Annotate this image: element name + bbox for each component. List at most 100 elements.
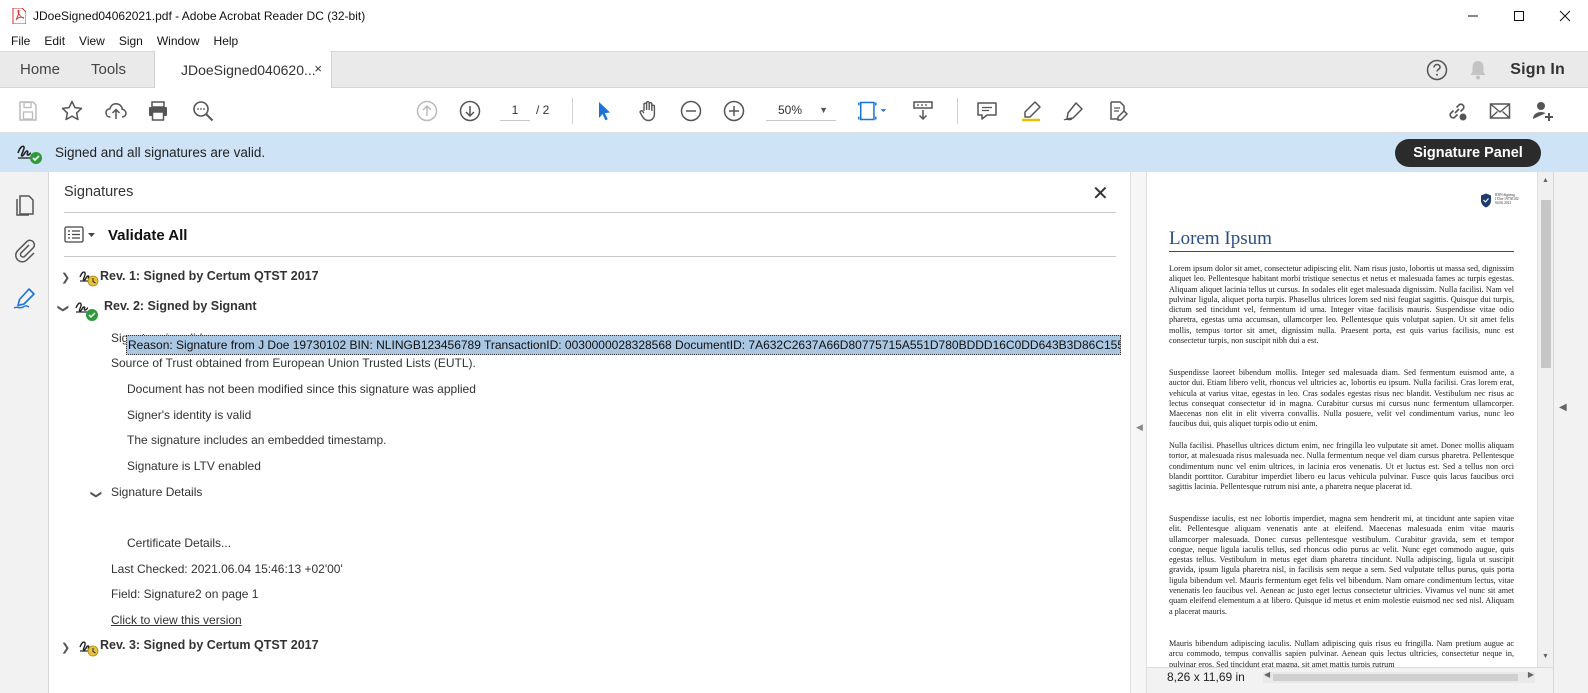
toolbar-divider xyxy=(572,98,573,124)
zoom-level-select[interactable]: 50% ▼ xyxy=(766,99,836,121)
scrollbar-thumb[interactable] xyxy=(1273,674,1518,681)
collapse-chevron-down-icon[interactable]: ❯ xyxy=(90,490,103,499)
add-user-button[interactable] xyxy=(1530,98,1556,124)
view-version-link[interactable]: Click to view this version xyxy=(111,613,242,627)
page-total: / 2 xyxy=(536,103,550,117)
stamp-text: IDIN digiring J Doe 19730102 04.06.2021 xyxy=(1495,193,1519,206)
bookmark-star-button[interactable] xyxy=(59,98,85,124)
scroll-right-arrow-icon[interactable]: ▶ xyxy=(1528,670,1534,679)
chevron-down-icon: ▼ xyxy=(819,105,828,115)
next-page-button[interactable] xyxy=(457,98,483,124)
fill-and-sign-button[interactable] xyxy=(1061,98,1087,124)
options-menu-icon[interactable] xyxy=(64,226,96,244)
expand-right-pane-arrow-icon[interactable]: ◀ xyxy=(1559,402,1567,413)
signatures-pen-icon[interactable] xyxy=(12,285,38,311)
close-window-button[interactable] xyxy=(1542,0,1588,31)
sign-in-button[interactable]: Sign In xyxy=(1510,61,1565,79)
window-title: JDoeSigned04062021.pdf - Adobe Acrobat R… xyxy=(33,8,366,23)
right-pane-toggle-strip[interactable]: ◀ xyxy=(1553,172,1588,693)
minimize-button[interactable] xyxy=(1450,0,1496,31)
plus-circle-icon xyxy=(723,100,745,122)
share-link-button[interactable] xyxy=(1444,98,1470,124)
fit-page-icon xyxy=(858,101,887,121)
print-button[interactable] xyxy=(145,98,171,124)
document-paragraph: Suspendisse iaculis, est nec lobortis im… xyxy=(1169,514,1514,616)
expand-chevron-right-icon[interactable]: ❯ xyxy=(61,271,70,284)
acrobat-pdf-icon xyxy=(12,7,26,24)
menu-bar: File Edit View Sign Window Help xyxy=(0,31,1588,51)
star-icon xyxy=(61,100,83,121)
zoom-out-button[interactable] xyxy=(678,98,704,124)
signature-panel-button[interactable]: Signature Panel xyxy=(1395,139,1541,167)
notifications-bell-icon[interactable] xyxy=(1468,59,1488,81)
scroll-mode-button[interactable] xyxy=(910,98,936,124)
cloud-upload-icon xyxy=(105,102,127,119)
panel-splitter[interactable]: ◀ xyxy=(1130,172,1147,693)
scrollbar-thumb[interactable] xyxy=(1541,200,1551,368)
menu-file[interactable]: File xyxy=(4,34,37,48)
last-checked-text: Last Checked: 2021.06.04 15:46:13 +02'00… xyxy=(111,562,343,576)
menu-window[interactable]: Window xyxy=(150,34,207,48)
tab-document[interactable]: JDoeSigned040620... × xyxy=(154,51,332,88)
close-panel-icon[interactable]: ✕ xyxy=(1092,181,1109,206)
timestamp-text: The signature includes an embedded times… xyxy=(127,433,387,447)
zoom-in-button[interactable] xyxy=(721,98,747,124)
maximize-button[interactable] xyxy=(1496,0,1542,31)
link-icon xyxy=(1449,103,1467,121)
select-tool-button[interactable] xyxy=(591,98,617,124)
collapse-chevron-down-icon[interactable]: ❯ xyxy=(57,304,70,313)
shield-logo-icon xyxy=(1481,193,1491,208)
page-thumbnails-icon[interactable] xyxy=(12,192,38,218)
signature-status-banner: Signed and all signatures are valid. Sig… xyxy=(0,133,1588,172)
expand-chevron-right-icon[interactable]: ❯ xyxy=(61,641,70,654)
highlight-button[interactable] xyxy=(1018,98,1044,124)
document-pen-icon xyxy=(1110,101,1128,121)
document-paragraph: Mauris bibendum adipiscing iaculis. Null… xyxy=(1169,639,1514,667)
edit-sign-button[interactable] xyxy=(1105,98,1131,124)
menu-help[interactable]: Help xyxy=(207,34,246,48)
add-user-icon xyxy=(1533,102,1553,121)
revision-1-label[interactable]: Rev. 1: Signed by Certum QTST 2017 xyxy=(100,269,319,283)
tab-home[interactable]: Home xyxy=(20,61,60,78)
not-modified-text: Document has not been modified since thi… xyxy=(127,382,476,396)
save-button[interactable] xyxy=(15,98,41,124)
vertical-scrollbar[interactable]: ▲ ▼ xyxy=(1537,172,1553,667)
validate-all-button[interactable]: Validate All xyxy=(108,227,187,244)
signature-reason-row[interactable]: Reason: Signature from J Doe 19730102 BI… xyxy=(126,335,1121,355)
document-paragraph: Nulla facilisi. Phasellus ultrices dictu… xyxy=(1169,441,1514,492)
revision-2-label[interactable]: Rev. 2: Signed by Signant xyxy=(104,299,257,313)
previous-page-button[interactable] xyxy=(414,98,440,124)
identity-valid-text: Signer's identity is valid xyxy=(127,408,252,422)
certificate-details-link[interactable]: Certificate Details... xyxy=(127,536,231,550)
horizontal-scrollbar[interactable]: ◀ ▶ xyxy=(1263,670,1535,683)
document-view[interactable]: IDIN digiring J Doe 19730102 04.06.2021 … xyxy=(1147,172,1537,667)
attachments-paperclip-icon[interactable] xyxy=(12,237,38,263)
hand-tool-button[interactable] xyxy=(635,98,661,124)
scroll-down-arrow-icon[interactable]: ▼ xyxy=(1542,653,1549,660)
signature-valid-icon xyxy=(75,302,98,321)
banner-message: Signed and all signatures are valid. xyxy=(55,145,266,160)
page-number-input[interactable]: 1 xyxy=(500,99,530,121)
fit-page-button[interactable] xyxy=(855,98,891,124)
menu-sign[interactable]: Sign xyxy=(112,34,150,48)
panel-divider xyxy=(64,256,1116,257)
toolbar: 1 / 2 50% ▼ xyxy=(0,88,1588,133)
email-button[interactable] xyxy=(1487,98,1513,124)
close-tab-icon[interactable]: × xyxy=(314,61,322,76)
upload-cloud-button[interactable] xyxy=(103,98,129,124)
source-of-trust-text: Source of Trust obtained from European U… xyxy=(111,356,476,370)
find-text-button[interactable] xyxy=(190,98,216,124)
signature-details-toggle[interactable]: Signature Details xyxy=(111,485,202,499)
tab-tools[interactable]: Tools xyxy=(91,61,126,78)
panel-divider xyxy=(64,212,1116,213)
scroll-left-arrow-icon[interactable]: ◀ xyxy=(1264,670,1270,679)
comment-button[interactable] xyxy=(974,98,1000,124)
scroll-up-arrow-icon[interactable]: ▲ xyxy=(1542,177,1549,184)
revision-3-label[interactable]: Rev. 3: Signed by Certum QTST 2017 xyxy=(100,638,319,652)
help-icon[interactable] xyxy=(1426,59,1448,81)
validate-all-row: Validate All xyxy=(64,223,187,247)
menu-view[interactable]: View xyxy=(72,34,112,48)
arrow-up-circle-icon xyxy=(416,100,438,122)
menu-edit[interactable]: Edit xyxy=(37,34,72,48)
collapse-left-arrow-icon[interactable]: ◀ xyxy=(1136,422,1143,433)
